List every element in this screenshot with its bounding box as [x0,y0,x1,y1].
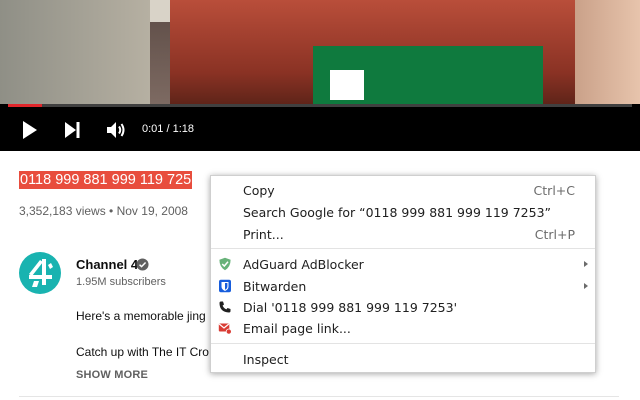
menu-item-label: Search Google for “0118 999 881 999 119 … [243,205,552,220]
show-more-button[interactable]: SHOW MORE [76,369,148,381]
bitwarden-icon [219,279,231,293]
menu-item-print[interactable]: Print... Ctrl+P [211,224,595,245]
player-controls: 0:01 / 1:18 [0,112,640,148]
video-frame[interactable] [0,0,640,104]
menu-item-label: Copy [243,183,275,198]
context-menu: Copy Ctrl+C Search Google for “0118 999 … [210,175,596,373]
channel-name[interactable]: Channel 4 [76,257,138,272]
description-line: Catch up with The IT Cro [76,345,209,359]
video-stats: 3,352,183 views • Nov 19, 2008 [19,204,188,218]
video-player[interactable]: 0:01 / 1:18 [0,0,640,151]
menu-item-shortcut: Ctrl+P [534,227,575,242]
menu-item-label: Email page link... [243,321,351,336]
verified-badge-icon [136,258,149,271]
menu-item-label: Print... [243,227,284,242]
progress-bar-fill [8,104,43,107]
menu-item-label: Inspect [243,352,289,367]
next-button[interactable] [61,118,85,142]
email-icon [218,323,232,335]
menu-item-label: Bitwarden [243,279,307,294]
progress-bar[interactable] [8,104,632,107]
time-display: 0:01 / 1:18 [142,123,194,135]
submenu-arrow-icon [584,261,588,267]
volume-button[interactable] [104,118,128,142]
description-line: Here's a memorable jing [76,309,206,323]
play-button[interactable] [18,118,42,142]
menu-item-shortcut: Ctrl+C [533,183,575,198]
menu-separator [211,248,595,249]
menu-item-email-link[interactable]: Email page link... [211,318,595,339]
channel-avatar[interactable] [19,252,61,294]
divider [19,396,619,397]
menu-item-label: AdGuard AdBlocker [243,257,364,272]
video-title: 0118 999 881 999 119 725 [19,171,193,192]
video-scene-sign-logo [330,70,364,100]
menu-item-dial[interactable]: Dial '0118 999 881 999 119 7253' [211,297,595,318]
menu-item-copy[interactable]: Copy Ctrl+C [211,180,595,201]
channel-4-logo-icon [29,259,53,287]
volume-icon [107,122,125,138]
menu-separator [211,343,595,344]
next-icon [65,122,80,138]
phone-icon [219,301,231,313]
submenu-arrow-icon [584,283,588,289]
video-scene-wall [0,0,150,104]
video-scene-person [575,0,640,104]
menu-item-adguard[interactable]: AdGuard AdBlocker [211,254,595,275]
menu-item-search-google[interactable]: Search Google for “0118 999 881 999 119 … [211,202,595,223]
play-icon [23,121,37,139]
selected-text[interactable]: 0118 999 881 999 119 725 [19,171,193,189]
subscriber-count: 1.95M subscribers [76,276,166,288]
menu-item-inspect[interactable]: Inspect [211,349,595,370]
adguard-shield-icon [219,257,231,271]
menu-item-bitwarden[interactable]: Bitwarden [211,276,595,297]
menu-item-label: Dial '0118 999 881 999 119 7253' [243,300,458,315]
